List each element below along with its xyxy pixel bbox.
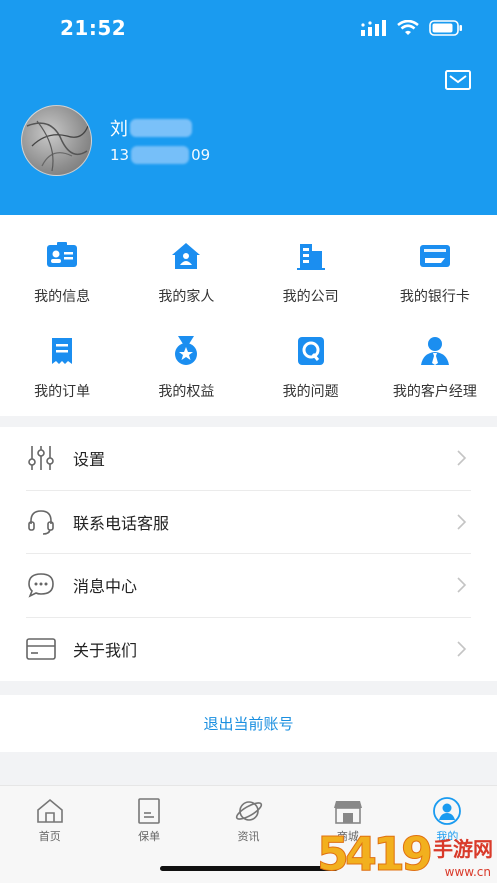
avatar[interactable] (21, 105, 92, 176)
shop-icon (333, 796, 363, 826)
card-icon (26, 634, 56, 664)
watermark-sub: www.cn (444, 865, 491, 879)
grid-item-family[interactable]: 我的家人 (124, 227, 248, 322)
grid-label: 我的公司 (282, 289, 339, 305)
grid-label: 我的客户经理 (392, 383, 477, 400)
phone-blur (131, 146, 190, 164)
receipt-icon (45, 334, 79, 368)
profile-header: 21:52 刘 13 09 (0, 0, 497, 215)
signal-icon (361, 20, 386, 36)
grid-item-benefits[interactable]: 我的权益 (124, 322, 248, 417)
grid-label: 我的权益 (158, 383, 215, 400)
menu-item-customer-service[interactable]: 联系电话客服 (26, 491, 471, 554)
chevron-right-icon (457, 514, 467, 530)
home-icon (35, 796, 65, 826)
phone-prefix: 13 (110, 146, 130, 164)
user-name: 刘 (110, 115, 192, 141)
logout-button[interactable]: 退出当前账号 (0, 695, 497, 752)
battery-icon (429, 20, 462, 36)
watermark-text: 手游网 (433, 837, 493, 861)
menu-item-messages[interactable]: 消息中心 (26, 554, 471, 618)
user-name-text: 刘 (110, 119, 128, 140)
grid-item-company[interactable]: 我的公司 (249, 227, 373, 322)
status-icons (361, 20, 463, 36)
menu-label: 消息中心 (73, 577, 138, 597)
grid-item-questions[interactable]: 我的问题 (249, 322, 373, 417)
menu-item-settings[interactable]: 设置 (26, 427, 471, 491)
id-card-icon (45, 239, 79, 273)
manager-icon (418, 334, 452, 368)
tab-home[interactable]: 首页 (0, 786, 99, 883)
grid-label: 我的信息 (34, 289, 91, 305)
medal-icon (169, 334, 203, 368)
mail-icon (445, 70, 471, 90)
grid-label: 我的家人 (158, 289, 215, 305)
chat-bubble-icon (26, 570, 56, 600)
phone-suffix: 09 (191, 146, 211, 164)
watermark-number: 5419 (316, 827, 433, 881)
sliders-icon (26, 443, 56, 473)
grid-item-orders[interactable]: 我的订单 (0, 322, 124, 417)
chevron-right-icon (457, 450, 467, 466)
menu-label: 联系电话客服 (73, 513, 170, 533)
planet-icon (234, 796, 264, 826)
home-indicator[interactable] (160, 866, 338, 871)
name-blur (130, 119, 192, 137)
tab-label: 首页 (38, 830, 61, 843)
grid-label: 我的问题 (282, 383, 339, 400)
bank-card-icon (418, 239, 452, 273)
status-time: 21:52 (60, 16, 127, 40)
message-button[interactable] (444, 68, 472, 92)
feature-grid: 我的信息 我的家人 我的公司 我的银行卡 我的订单 我的权益 我的问题 我的客户… (0, 215, 497, 416)
menu-label: 设置 (73, 450, 106, 470)
question-icon (294, 334, 328, 368)
grid-label: 我的订单 (34, 383, 91, 400)
grid-item-info[interactable]: 我的信息 (0, 227, 124, 322)
tab-label: 保单 (138, 830, 161, 843)
menu-label: 关于我们 (73, 641, 138, 661)
grid-item-bank-card[interactable]: 我的银行卡 (373, 227, 497, 322)
house-icon (169, 239, 203, 273)
grid-item-manager[interactable]: 我的客户经理 (373, 322, 497, 417)
grid-label: 我的银行卡 (399, 289, 470, 305)
tab-label: 资讯 (237, 830, 260, 843)
menu-item-about[interactable]: 关于我们 (26, 618, 471, 682)
wifi-icon (397, 20, 419, 35)
chevron-right-icon (457, 577, 467, 593)
settings-menu: 设置 联系电话客服 消息中心 关于我们 (0, 427, 497, 681)
building-icon (294, 239, 328, 273)
headset-icon (26, 507, 56, 537)
chevron-right-icon (457, 641, 467, 657)
user-icon (432, 796, 462, 826)
user-phone: 13 09 (110, 146, 210, 164)
policy-icon (134, 796, 164, 826)
avatar-photo (26, 120, 89, 172)
